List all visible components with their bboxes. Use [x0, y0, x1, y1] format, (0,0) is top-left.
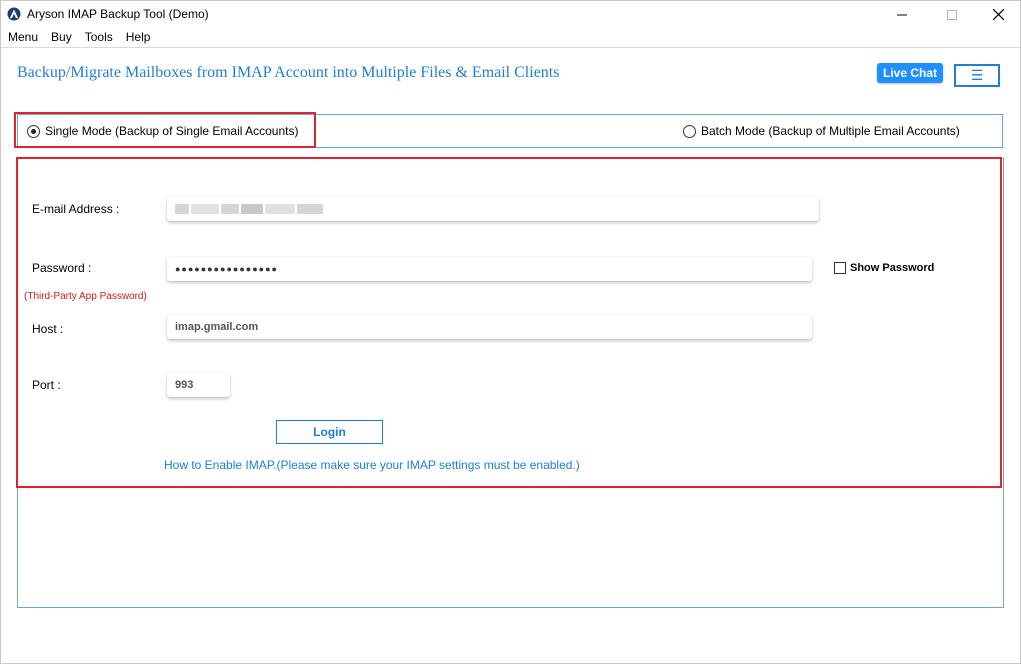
radio-checked-icon[interactable]: [27, 124, 40, 138]
port-field[interactable]: 993: [167, 373, 230, 397]
menu-item-menu[interactable]: Menu: [1, 28, 44, 47]
menu-item-help[interactable]: Help: [119, 28, 157, 47]
port-value: 993: [175, 379, 194, 391]
maximize-button[interactable]: [929, 1, 975, 28]
minimize-button[interactable]: [879, 1, 925, 28]
single-mode-label: Single Mode (Backup of Single Email Acco…: [45, 124, 299, 138]
hamburger-menu-button[interactable]: ☰: [954, 64, 1000, 87]
email-value-redacted: [175, 204, 323, 214]
enable-imap-help-link[interactable]: How to Enable IMAP.(Please make sure you…: [164, 458, 580, 472]
host-field[interactable]: imap.gmail.com: [167, 315, 812, 339]
hamburger-icon: ☰: [970, 67, 984, 83]
show-password-checkbox[interactable]: Show Password: [834, 262, 934, 274]
host-value: imap.gmail.com: [175, 321, 259, 333]
window-title: Aryson IMAP Backup Tool (Demo): [27, 7, 209, 21]
single-mode-radio[interactable]: Single Mode (Backup of Single Email Acco…: [27, 124, 298, 138]
live-chat-button[interactable]: Live Chat: [877, 63, 943, 83]
password-label: Password :: [32, 261, 92, 275]
close-button[interactable]: [975, 1, 1021, 28]
host-label: Host :: [32, 322, 64, 336]
port-label: Port :: [32, 378, 61, 392]
maximize-icon: [947, 9, 957, 20]
header-divider: [1, 47, 1020, 48]
page-headline: Backup/Migrate Mailboxes from IMAP Accou…: [17, 64, 560, 81]
app-logo-icon: [7, 7, 21, 21]
password-field[interactable]: ●●●●●●●●●●●●●●●●: [167, 257, 812, 281]
batch-mode-label: Batch Mode (Backup of Multiple Email Acc…: [701, 124, 960, 138]
email-field[interactable]: [167, 197, 819, 221]
minimize-icon: [897, 14, 907, 15]
app-window: Aryson IMAP Backup Tool (Demo) Menu Buy …: [0, 0, 1021, 664]
menu-item-buy[interactable]: Buy: [44, 28, 78, 47]
password-hint: (Third-Party App Password): [24, 291, 147, 302]
title-bar: Aryson IMAP Backup Tool (Demo): [1, 1, 1020, 28]
radio-unchecked-icon[interactable]: [683, 124, 696, 138]
email-label: E-mail Address :: [32, 202, 120, 216]
password-value: ●●●●●●●●●●●●●●●●: [175, 264, 278, 274]
close-icon: [992, 9, 1004, 20]
show-password-label: Show Password: [850, 262, 935, 274]
batch-mode-radio[interactable]: Batch Mode (Backup of Multiple Email Acc…: [683, 124, 960, 138]
menu-bar: Menu Buy Tools Help: [1, 28, 1020, 47]
menu-item-tools[interactable]: Tools: [78, 28, 119, 47]
login-button[interactable]: Login: [276, 420, 383, 444]
checkbox-icon[interactable]: [834, 262, 846, 274]
